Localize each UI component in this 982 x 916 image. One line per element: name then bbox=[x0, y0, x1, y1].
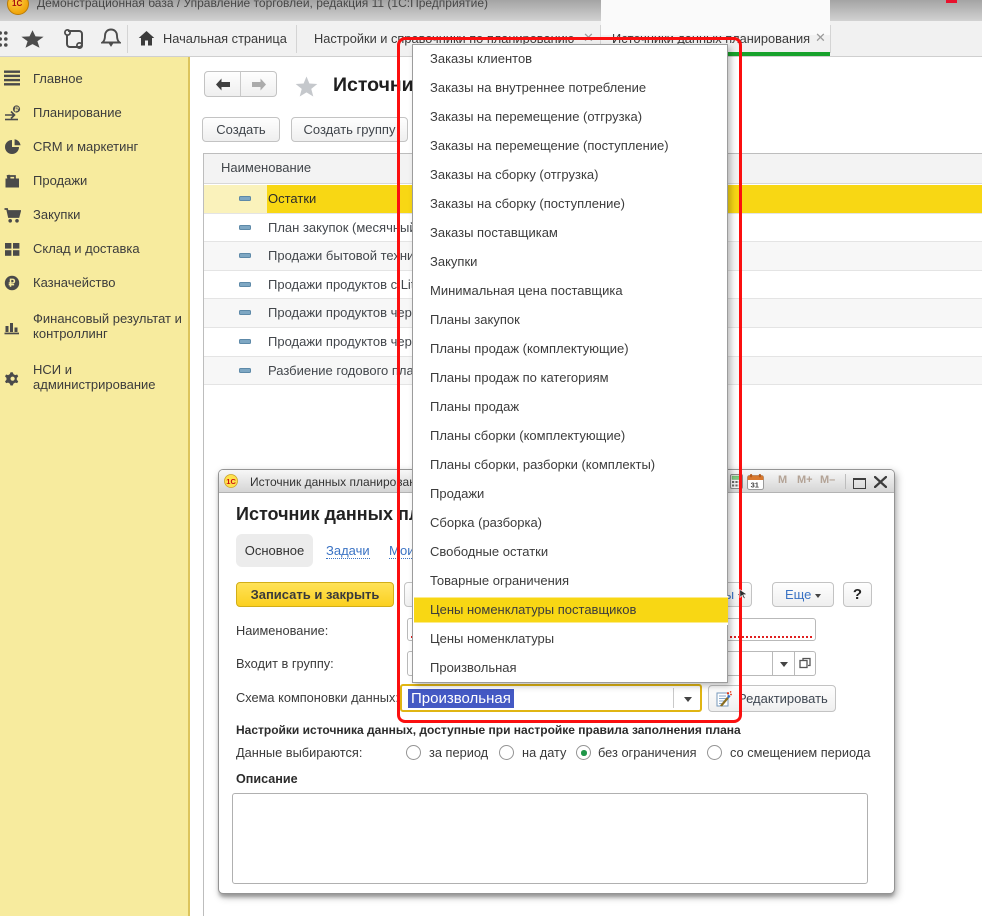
svg-text:1С: 1С bbox=[226, 477, 236, 486]
svg-text:₽: ₽ bbox=[9, 278, 16, 290]
svg-text:₽: ₽ bbox=[15, 106, 19, 113]
svg-text:31: 31 bbox=[751, 480, 759, 489]
